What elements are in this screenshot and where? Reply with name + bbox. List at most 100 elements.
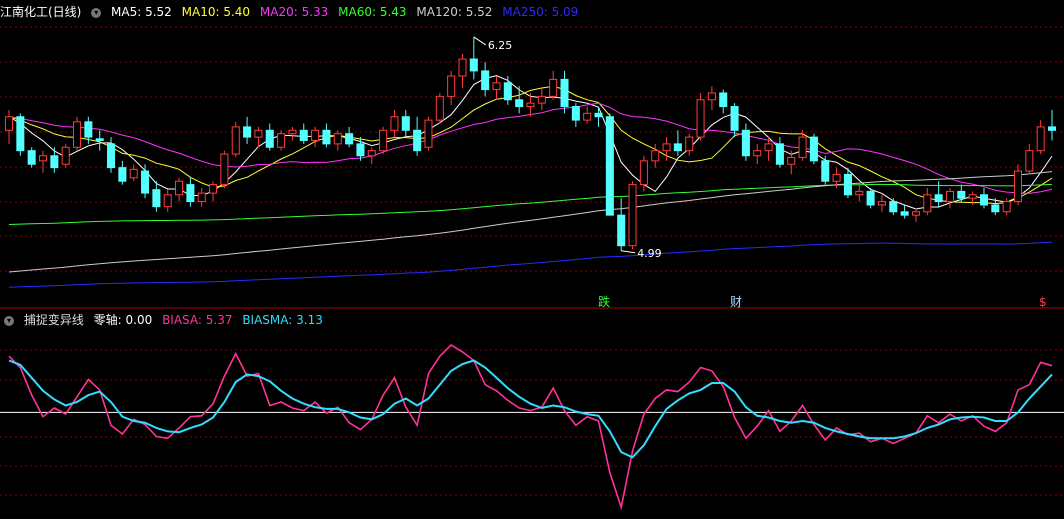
candle (707, 86, 716, 110)
candle (390, 109, 399, 138)
candle (447, 70, 456, 105)
candle-body (345, 133, 354, 145)
candle (696, 92, 705, 141)
candle-body (685, 136, 694, 152)
candle-body (707, 92, 716, 101)
candle (775, 137, 784, 168)
candle-body (220, 153, 229, 186)
candle-body (492, 82, 501, 91)
candle-body (639, 160, 648, 186)
candle-body (469, 58, 478, 72)
candle-body (333, 133, 342, 145)
candle-body (1025, 150, 1034, 172)
candle-body (424, 119, 433, 148)
candle-body (911, 211, 920, 216)
event-marker-finance[interactable]: 财 (730, 295, 742, 309)
candle (197, 188, 206, 207)
candle (594, 106, 603, 127)
candle-body (843, 173, 852, 196)
candle (730, 103, 739, 138)
candle-body (594, 112, 603, 118)
candle (753, 143, 762, 165)
stock-chart-canvas[interactable]: 6.25 4.99 跌 财 $ (0, 0, 1064, 519)
ma250-line (8, 241, 1053, 288)
candle-body (152, 189, 161, 208)
candle-body (775, 143, 784, 165)
candle-body (764, 143, 773, 152)
candle-body (73, 121, 82, 148)
ma20-line (8, 102, 1053, 194)
candle-body (753, 150, 762, 157)
candle (27, 147, 36, 168)
candle (163, 189, 172, 212)
event-marker-dividend[interactable]: $ (1039, 295, 1047, 309)
candle (809, 133, 818, 165)
ma120-line (8, 171, 1053, 273)
candle-body (549, 78, 558, 97)
candle-body (4, 116, 14, 131)
candle (877, 194, 886, 212)
candle-body (821, 160, 830, 182)
candle-body (934, 194, 943, 203)
candle-body (583, 112, 592, 121)
candle (118, 160, 127, 185)
candle (50, 147, 59, 173)
event-marker-drop[interactable]: 跌 (598, 294, 610, 309)
candle (787, 150, 796, 175)
candle (4, 109, 14, 144)
candle (617, 198, 626, 251)
candle (469, 36, 478, 80)
candle (38, 150, 48, 173)
candle-body (696, 99, 705, 138)
candle-body (118, 167, 127, 182)
candle-body (673, 143, 682, 152)
candle-body (481, 70, 490, 91)
candle (923, 188, 932, 216)
candle (855, 184, 864, 202)
candle-body (209, 184, 218, 194)
candle-body (798, 136, 807, 158)
candlesticks (4, 36, 1057, 251)
candle-body (390, 116, 399, 131)
candle (673, 130, 682, 156)
candle (628, 181, 637, 250)
candle-body (503, 82, 512, 101)
candle-body (231, 126, 240, 155)
candle-body (265, 129, 274, 148)
candle-body (1036, 126, 1045, 152)
candle-body (515, 99, 524, 108)
candle (254, 126, 263, 148)
candle-body (95, 138, 104, 141)
candle (1047, 109, 1057, 141)
candle-body (163, 194, 172, 208)
candle (220, 150, 229, 188)
candle (560, 70, 569, 114)
candle-body (866, 190, 875, 206)
candle-body (61, 146, 70, 165)
candle (186, 177, 195, 207)
candle (821, 155, 830, 185)
candle-body (832, 173, 841, 182)
candle (651, 143, 660, 168)
candle-body (957, 190, 966, 199)
candle (571, 103, 580, 127)
candle (911, 208, 920, 222)
candle-body (299, 129, 308, 141)
candle-body (560, 78, 569, 108)
low-price-pointer (621, 250, 636, 254)
candle-body (741, 129, 750, 157)
candle (515, 86, 524, 114)
candle-body (50, 155, 59, 169)
candle (549, 70, 558, 100)
candle (424, 116, 433, 151)
candle (435, 92, 444, 124)
candle-body (855, 190, 864, 196)
candle (152, 181, 161, 212)
candle-body (1013, 170, 1023, 203)
candle-body (537, 95, 546, 104)
candle-body (605, 116, 614, 216)
candle (209, 181, 218, 202)
candle-body (277, 133, 286, 148)
candle-body (413, 129, 422, 152)
candle-body (719, 92, 728, 108)
